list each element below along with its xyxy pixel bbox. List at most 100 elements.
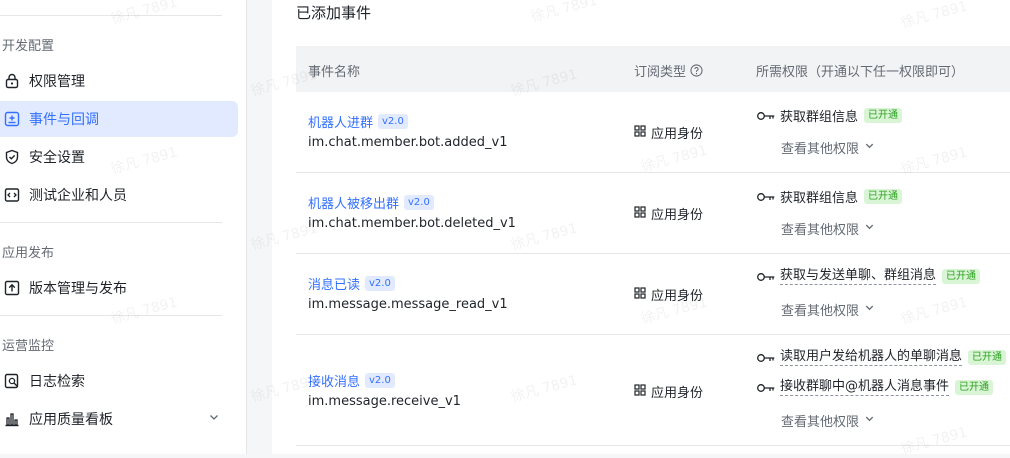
permission-item: 获取群组信息 已开通: [756, 187, 903, 206]
sidebar-item-permissions[interactable]: 权限管理: [0, 63, 238, 99]
event-name-link[interactable]: 消息已读 v2.0: [308, 274, 395, 293]
version-badge: v2.0: [365, 373, 395, 388]
event-code: im.message.message_read_v1: [308, 297, 508, 312]
sub-type-label: 应用身份: [651, 208, 704, 223]
version-badge: v2.0: [365, 276, 395, 291]
column-header-permissions: 所需权限（开通以下任一权限即可）: [756, 65, 965, 80]
sub-type-cell: 应用身份: [634, 123, 703, 142]
permission-name[interactable]: 获取与发送单聊、群组消息: [780, 268, 937, 285]
status-badge: 已开通: [968, 350, 1007, 365]
view-more-permissions[interactable]: 查看其他权限: [781, 411, 875, 430]
event-code: im.message.receive_v1: [308, 394, 461, 409]
sidebar-item-label: 版本管理与发布: [29, 281, 127, 297]
event-name[interactable]: 机器人被移出群: [308, 193, 399, 212]
table-row: 接收消息 v2.0 im.message.receive_v1 应用身份 读取用…: [296, 335, 1010, 446]
status-badge: 已开通: [864, 108, 903, 123]
event-name-link[interactable]: 机器人被移出群 v2.0: [308, 193, 434, 212]
event-name-link[interactable]: 机器人进群 v2.0: [308, 112, 408, 131]
status-badge: 已开通: [864, 189, 903, 204]
event-code: im.chat.member.bot.added_v1: [308, 135, 508, 150]
permission-item: 获取与发送单聊、群组消息 已开通: [756, 268, 981, 285]
table-row: 机器人进群 v2.0 im.chat.member.bot.added_v1 应…: [296, 92, 1010, 173]
sidebar-item-quality-dashboard[interactable]: 应用质量看板: [0, 401, 238, 437]
chevron-down-icon[interactable]: [864, 140, 875, 155]
shield-check-icon: [2, 147, 22, 167]
sidebar-item-events-callbacks[interactable]: 事件与回调: [0, 101, 238, 137]
sidebar-item-label: 权限管理: [29, 74, 85, 90]
log-search-icon: [2, 371, 22, 391]
upload-icon: [2, 278, 22, 298]
sub-type-label: 应用身份: [651, 289, 704, 304]
key-icon: [756, 110, 776, 122]
event-name[interactable]: 接收消息: [308, 371, 360, 390]
sidebar-divider: [0, 15, 222, 16]
sidebar-item-label: 测试企业和人员: [29, 188, 127, 204]
key-icon: [756, 191, 776, 203]
sidebar-divider: [0, 315, 222, 316]
section-title-ops-monitor: 运营监控: [2, 339, 55, 354]
chevron-down-icon[interactable]: [864, 413, 875, 428]
sub-type-cell: 应用身份: [634, 382, 703, 401]
version-badge: v2.0: [378, 114, 408, 129]
event-name[interactable]: 消息已读: [308, 274, 360, 293]
table-header: 事件名称 订阅类型 所需权限（开通以下任一权限即可）: [296, 46, 1010, 92]
column-header-label: 订阅类型: [634, 65, 687, 80]
permission-item: 接收群聊中@机器人消息事件 已开通: [756, 379, 994, 396]
event-code: im.chat.member.bot.deleted_v1: [308, 216, 516, 231]
sidebar-item-label: 应用质量看板: [29, 412, 113, 428]
chevron-down-icon[interactable]: [208, 411, 220, 427]
status-badge: 已开通: [942, 269, 981, 284]
view-more-permissions[interactable]: 查看其他权限: [781, 300, 875, 319]
grid-icon: [634, 383, 646, 400]
sidebar-item-version-release[interactable]: 版本管理与发布: [0, 270, 238, 306]
help-icon[interactable]: [690, 64, 703, 77]
sub-type-label: 应用身份: [651, 127, 704, 142]
version-badge: v2.0: [404, 195, 434, 210]
lock-icon: [2, 71, 22, 91]
column-header-event-name: 事件名称: [308, 65, 361, 80]
chevron-down-icon[interactable]: [864, 302, 875, 317]
view-more-permissions[interactable]: 查看其他权限: [781, 219, 875, 238]
column-header-sub-type: 订阅类型: [634, 61, 703, 80]
permission-item: 读取用户发给机器人的单聊消息 已开通: [756, 349, 1007, 366]
key-icon: [756, 382, 776, 394]
permission-name[interactable]: 接收群聊中@机器人消息事件: [780, 379, 950, 396]
sidebar-item-label: 安全设置: [29, 150, 85, 166]
sidebar-item-log-search[interactable]: 日志检索: [0, 363, 238, 399]
view-more-label[interactable]: 查看其他权限: [781, 300, 859, 319]
section-title-dev-config: 开发配置: [2, 39, 55, 54]
view-more-permissions[interactable]: 查看其他权限: [781, 138, 875, 157]
sub-type-cell: 应用身份: [634, 285, 703, 304]
grid-icon: [634, 205, 646, 222]
permission-item: 获取群组信息 已开通: [756, 106, 903, 125]
key-icon: [756, 352, 776, 364]
grid-icon: [634, 286, 646, 303]
permission-name: 获取群组信息: [780, 191, 859, 206]
table-row: 消息已读 v2.0 im.message.message_read_v1 应用身…: [296, 254, 1010, 335]
sidebar-divider: [0, 222, 222, 223]
sub-type-label: 应用身份: [651, 386, 704, 401]
code-icon: [2, 185, 22, 205]
permission-name: 获取群组信息: [780, 110, 859, 125]
grid-icon: [634, 124, 646, 141]
sidebar-item-security[interactable]: 安全设置: [0, 139, 238, 175]
sidebar: 开发配置 权限管理 事件与回调 安全设置 测试企业和人员 应用发布 版本管理与发…: [0, 0, 247, 454]
sub-type-cell: 应用身份: [634, 204, 703, 223]
event-name-link[interactable]: 接收消息 v2.0: [308, 371, 395, 390]
status-badge: 已开通: [955, 380, 994, 395]
view-more-label[interactable]: 查看其他权限: [781, 219, 859, 238]
event-plus-icon: [2, 109, 22, 129]
sidebar-item-label: 事件与回调: [29, 112, 99, 128]
view-more-label[interactable]: 查看其他权限: [781, 138, 859, 157]
chevron-down-icon[interactable]: [864, 221, 875, 236]
key-icon: [756, 271, 776, 283]
event-name[interactable]: 机器人进群: [308, 112, 373, 131]
sidebar-item-label: 日志检索: [29, 374, 85, 390]
table-row: 机器人被移出群 v2.0 im.chat.member.bot.deleted_…: [296, 173, 1010, 254]
section-title-app-release: 应用发布: [2, 246, 55, 261]
view-more-label[interactable]: 查看其他权限: [781, 411, 859, 430]
sidebar-item-test-enterprise[interactable]: 测试企业和人员: [0, 177, 238, 213]
permission-name[interactable]: 读取用户发给机器人的单聊消息: [780, 349, 963, 366]
bar-chart-icon: [2, 409, 22, 429]
page-title: 已添加事件: [296, 4, 372, 22]
